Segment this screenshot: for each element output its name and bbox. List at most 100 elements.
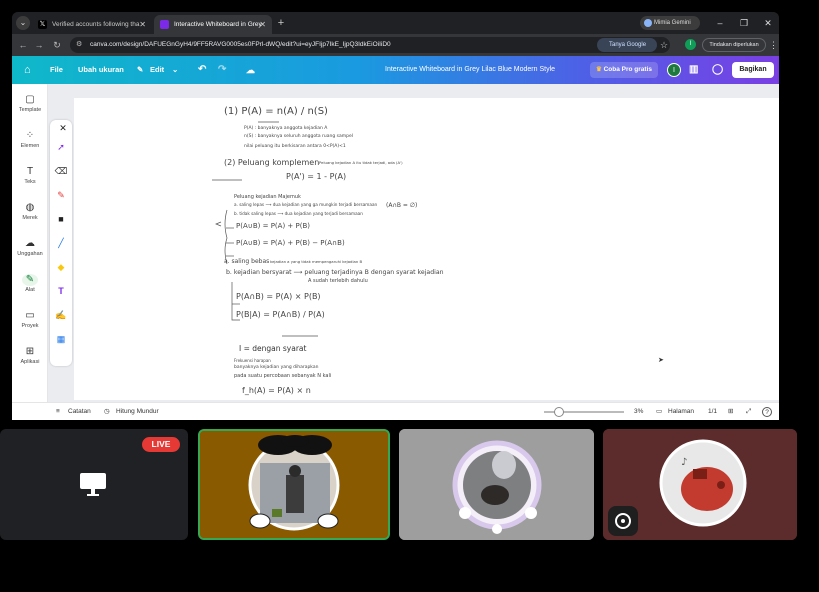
note-line: Peluang kejadian Majemuk [234,194,301,200]
whiteboard-page[interactable]: (1) P(A) = n(A) / n(S) P(A) : banyaknya … [74,98,779,400]
try-pro-label: Coba Pro gratis [603,66,653,73]
note-line: I = dengan syarat [239,344,307,353]
close-draw-icon[interactable]: ✕ [56,121,70,135]
participant-tile[interactable]: ♪ [603,429,797,540]
comment-icon[interactable]: ◯ [712,56,723,84]
edit-menu[interactable]: Edit [150,56,164,84]
sidebar-label: Elemen [20,143,40,149]
cloud-saved-icon[interactable]: ☁ [246,56,255,84]
grid-view-icon[interactable]: ⊞ [728,403,733,420]
sidebar-item-aplikasi[interactable]: ⊞ Aplikasi [12,346,48,366]
user-avatar[interactable]: I [667,63,681,77]
live-badge: LIVE [142,437,180,452]
file-menu[interactable]: File [50,56,63,84]
pen-red-icon[interactable]: ✎ [54,188,68,202]
sidebar-item-teks[interactable]: T Teks [12,166,48,186]
note-line: b. tidak saling lepas ⟶ dua kejadian yan… [234,211,363,216]
maximize-icon[interactable]: ❐ [736,15,752,31]
forward-icon[interactable]: → [32,38,46,52]
zoom-slider-handle[interactable] [554,407,564,417]
sticky-note-icon[interactable]: ◆ [54,260,68,274]
signature-icon[interactable]: ✍ [54,308,68,322]
sidebar-item-alat[interactable]: ✎ Alat [12,274,48,294]
notes-icon[interactable]: ≡ [56,403,60,420]
sidebar-label: Alat [25,287,35,293]
sidebar-label: Unggahan [17,251,43,257]
paused-button[interactable]: Tindakan diperlukan [702,38,766,52]
tanya-google-button[interactable]: Tanya Google [597,38,657,52]
note-line: banyaknya kejadian yang diharapkan [234,365,319,370]
profile-chip[interactable]: Mimia Gemini [640,16,700,30]
reload-icon[interactable]: ↻ [50,38,64,52]
help-button[interactable]: ? [762,407,772,417]
redo-icon[interactable]: ↷ [218,56,226,84]
tab-verified-accounts[interactable]: 𝕏 Verified accounts following tha ✕ [32,15,152,34]
sidebar-item-proyek[interactable]: ▭ Proyek [12,310,48,330]
close-tab-icon[interactable]: ✕ [139,15,146,34]
profile-name: Mimia Gemini [654,20,691,26]
svg-text:♪: ♪ [681,457,687,468]
note-line: n(S) : banyaknya seluruh anggota ruang s… [244,134,353,139]
browser-avatar[interactable]: I [685,39,696,50]
pages-icon[interactable]: ▭ [656,403,662,420]
brand-icon: ◍ [25,202,35,213]
back-icon[interactable]: ← [16,38,30,52]
sidebar-label: Teks [24,179,36,185]
close-window-icon[interactable]: ✕ [760,15,776,31]
bookmark-star-icon[interactable]: ☆ [660,38,668,52]
note-line: Peluang kejadian A itu tidak terjadi, ad… [319,160,403,165]
tab-canva-whiteboard[interactable]: Interactive Whiteboard in Grey ✕ [154,15,272,34]
participant-tile-speaking[interactable] [198,429,390,540]
note-line: pada suatu percobaan sebanyak N kali [234,373,332,379]
canva-icon [160,20,169,29]
text-icon: T [26,166,34,177]
screen: ⌄ 𝕏 Verified accounts following tha ✕ In… [0,0,819,592]
insights-icon[interactable]: ▥ [689,56,698,84]
note-line: P(A∪B) = P(A) + P(B) [236,222,310,230]
text-tool-icon[interactable]: T [54,284,68,298]
browser-menu-icon[interactable]: ⋮ [769,38,778,52]
new-tab-button[interactable]: + [274,15,288,31]
pencil-icon: ✎ [137,65,144,74]
mouse-cursor-icon: ➤ [658,357,664,364]
avatar [399,429,594,540]
participant-tile-presenting[interactable]: LIVE [0,429,188,540]
document-title[interactable]: Interactive Whiteboard in Grey Lilac Blu… [385,56,555,84]
sidebar-item-elemen[interactable]: ⁘ Elemen [12,130,48,150]
chevron-down-icon[interactable]: ⌄ [172,56,178,84]
minimize-icon[interactable]: – [712,15,728,31]
participant-tile[interactable] [399,429,594,540]
select-pointer-icon[interactable]: ➚ [54,140,68,154]
note-line: a. saling bebas [224,258,270,265]
sidebar-item-unggahan[interactable]: ☁ Unggahan [12,238,48,258]
home-icon[interactable]: ⌂ [24,56,31,84]
apps-icon: ⊞ [25,346,35,357]
timer-button[interactable]: Hitung Mundur [116,403,159,420]
timer-icon[interactable]: ◷ [104,403,110,420]
sidebar-item-merek[interactable]: ◍ Merek [12,202,48,222]
sidebar-label: Proyek [21,323,39,329]
effects-button[interactable] [608,506,638,536]
eraser-icon[interactable]: ⌫ [54,164,68,178]
draw-icon: ✎ [22,274,38,286]
fullscreen-icon[interactable]: ⤢ [746,403,751,420]
notes-button[interactable]: Catatan [68,403,91,420]
try-pro-button[interactable]: ♛ Coba Pro gratis [590,62,658,78]
pen-blue-icon[interactable]: ╱ [54,236,68,250]
undo-icon[interactable]: ↶ [198,56,206,84]
table-icon[interactable]: ▦ [54,332,68,346]
site-info-icon[interactable]: ⚙ [76,40,86,50]
pages-button[interactable]: Halaman [668,403,694,420]
note-line: P(A') = 1 - P(A) [286,172,347,181]
gemini-icon [644,19,652,27]
url-field[interactable]: ⚙ canva.com/design/DAFUEGnGyH4/9FF5RAVG0… [70,37,670,53]
resize-menu[interactable]: Ubah ukuran [78,56,124,84]
template-icon: ▢ [25,94,35,105]
share-button[interactable]: Bagikan [732,62,774,78]
tab-search-icon[interactable]: ⌄ [16,16,30,30]
close-tab-icon[interactable]: ✕ [259,15,266,34]
zoom-level[interactable]: 3% [634,403,643,420]
marker-black-icon[interactable]: ■ [54,212,68,226]
sidebar-item-template[interactable]: ▢ Template [12,94,48,114]
upload-icon: ☁ [25,238,35,249]
